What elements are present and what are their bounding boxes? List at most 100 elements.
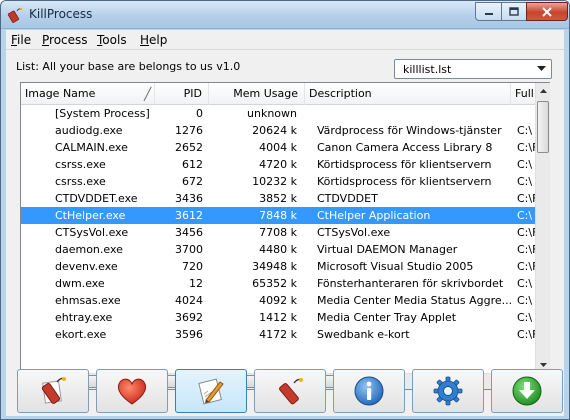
heart-icon [117, 378, 147, 405]
cell-image-name: ekort.exe [55, 328, 107, 341]
cell-pid: 0 [196, 107, 203, 120]
cell-mem-usage: 7848 k [259, 209, 297, 222]
minimize-button[interactable] [475, 2, 502, 21]
cell-description: Media Center Tray Applet [317, 311, 457, 324]
cell-mem-usage: 34948 k [252, 260, 297, 273]
cell-description: Virtual DAEMON Manager [317, 243, 458, 256]
kill-process-icon [41, 377, 66, 404]
cell-mem-usage: 4720 k [259, 158, 297, 171]
menu-file-label: ile [17, 33, 32, 47]
force-kill-button[interactable] [254, 369, 326, 413]
cell-mem-usage: 4092 k [259, 294, 297, 307]
list-header: Image Name ╱ PID Mem Usage Description F… [21, 83, 535, 105]
kill-process-button[interactable] [17, 369, 89, 413]
table-row[interactable]: devenv.exe 720 34948 k Microsoft Visual Stu… [21, 258, 535, 275]
cell-mem-usage: 4004 k [259, 141, 297, 154]
menu-tools-label: ools [102, 33, 127, 47]
cell-full-path: C:\F [517, 260, 535, 273]
cell-image-name: audiodg.exe [55, 124, 123, 137]
cell-full-path: C:\ [517, 277, 533, 290]
menu-tools[interactable]: Tools [97, 33, 127, 47]
cell-pid: 612 [182, 158, 203, 171]
list-rows: [System Process] 0 unknown audiodg.exe 1276 2… [21, 105, 535, 373]
column-header-image-name[interactable]: Image Name [21, 83, 155, 105]
arrow-down-icon [540, 363, 547, 367]
cell-image-name: CALMAIN.exe [55, 141, 128, 154]
cell-full-path: C:\F [517, 243, 535, 256]
cell-description [317, 106, 511, 122]
cell-image-name: csrss.exe [55, 175, 106, 188]
table-row[interactable]: daemon.exe 3700 4480 k Virtual DAEMON Manag… [21, 241, 535, 258]
close-icon [542, 6, 552, 17]
cell-description: Media Center Media Status Aggre... [317, 294, 511, 307]
cell-image-name: CTSysVol.exe [55, 226, 129, 239]
table-row[interactable]: audiodg.exe 1276 20624 k Värdprocess för Wi… [21, 122, 535, 139]
cell-full-path: C:\ [517, 175, 533, 188]
cell-full-path: C:\F [517, 141, 535, 154]
info-icon [354, 376, 384, 406]
menu-help[interactable]: Help [140, 33, 167, 47]
table-row[interactable]: CtHelper.exe 3612 7848 k CtHelper Applicati… [21, 207, 535, 224]
cell-full-path: C:\ [517, 124, 533, 137]
table-row[interactable]: ehmsas.exe 4024 4092 k Media Center Media S… [21, 292, 535, 309]
arrow-up-icon [540, 89, 547, 93]
column-header-pid[interactable]: PID [155, 83, 209, 105]
maximize-button[interactable] [501, 2, 527, 21]
apply-download-button[interactable] [491, 369, 563, 413]
cell-pid: 3456 [175, 226, 203, 239]
cell-mem-usage: 4480 k [259, 243, 297, 256]
close-button[interactable] [526, 2, 568, 21]
process-list[interactable]: Image Name ╱ PID Mem Usage Description F… [20, 82, 550, 390]
column-header-mem-usage[interactable]: Mem Usage [209, 83, 305, 105]
chevron-down-icon[interactable] [534, 62, 548, 76]
cell-mem-usage: 1412 k [259, 311, 297, 324]
menu-help-label: elp [149, 33, 168, 47]
cell-mem-usage: 65352 k [252, 277, 297, 290]
cell-pid: 3436 [175, 192, 203, 205]
favorite-button[interactable] [96, 369, 168, 413]
vertical-scrollbar[interactable] [535, 83, 550, 373]
menu-file[interactable]: File [11, 33, 31, 47]
cell-pid: 3700 [175, 243, 203, 256]
cell-description: Körtidsprocess för klientservern [317, 158, 492, 171]
table-row[interactable]: [System Process] 0 unknown [21, 105, 535, 122]
list-select[interactable]: killlist.lst [394, 59, 552, 79]
column-header-description[interactable]: Description [305, 83, 511, 105]
column-header-full[interactable]: Full [511, 83, 535, 105]
maximize-icon [509, 6, 519, 16]
list-label: List: All your base are belongs to us v1… [16, 60, 241, 73]
table-row[interactable]: CTDVDDET.exe 3436 3852 k CTDVDDET C:\F [21, 190, 535, 207]
cell-mem-usage: 20624 k [252, 124, 297, 137]
menu-process[interactable]: Process [42, 33, 88, 47]
settings-gear-icon [433, 376, 463, 406]
scroll-up-button[interactable] [536, 83, 551, 99]
list-select-value: killlist.lst [403, 63, 452, 76]
cell-image-name: CTDVDDET.exe [55, 192, 138, 205]
dynamite-icon [7, 7, 23, 23]
cell-mem-usage: 10232 k [252, 175, 297, 188]
app-window: KillProcess File Process Tools Help List… [0, 0, 570, 420]
cell-image-name: ehmsas.exe [55, 294, 121, 307]
cell-full-path: C:\ [517, 158, 533, 171]
edit-list-button[interactable] [175, 369, 247, 413]
cell-description: Fönsterhanteraren för skrivbordet [317, 277, 504, 290]
cell-full-path: C:\F [517, 226, 535, 239]
table-row[interactable]: CALMAIN.exe 2652 4004 k Canon Camera Access… [21, 139, 535, 156]
cell-pid: 720 [182, 260, 203, 273]
table-row[interactable]: dwm.exe 12 65352 k Fönsterhanteraren för sk… [21, 275, 535, 292]
menu-help-accel: H [140, 33, 150, 47]
table-row[interactable]: CTSysVol.exe 3456 7708 k CTSysVol.exe C:\F [21, 224, 535, 241]
vertical-scroll-thumb[interactable] [537, 101, 549, 153]
cell-image-name: daemon.exe [55, 243, 123, 256]
cell-pid: 3612 [175, 209, 203, 222]
title-bar[interactable]: KillProcess [1, 1, 569, 29]
cell-image-name: csrss.exe [55, 158, 106, 171]
info-button[interactable] [333, 369, 405, 413]
table-row[interactable]: ehtray.exe 3692 1412 k Media Center Tray Ap… [21, 309, 535, 326]
table-row[interactable]: csrss.exe 612 4720 k Körtidsprocess för kli… [21, 156, 535, 173]
table-row[interactable]: ekort.exe 3596 4172 k Swedbank e-kort C:\F [21, 326, 535, 343]
cell-description: Canon Camera Access Library 8 [317, 141, 493, 154]
table-row[interactable]: csrss.exe 672 10232 k Körtidsprocess för kl… [21, 173, 535, 190]
settings-button[interactable] [412, 369, 484, 413]
dynamite-icon [279, 378, 303, 405]
